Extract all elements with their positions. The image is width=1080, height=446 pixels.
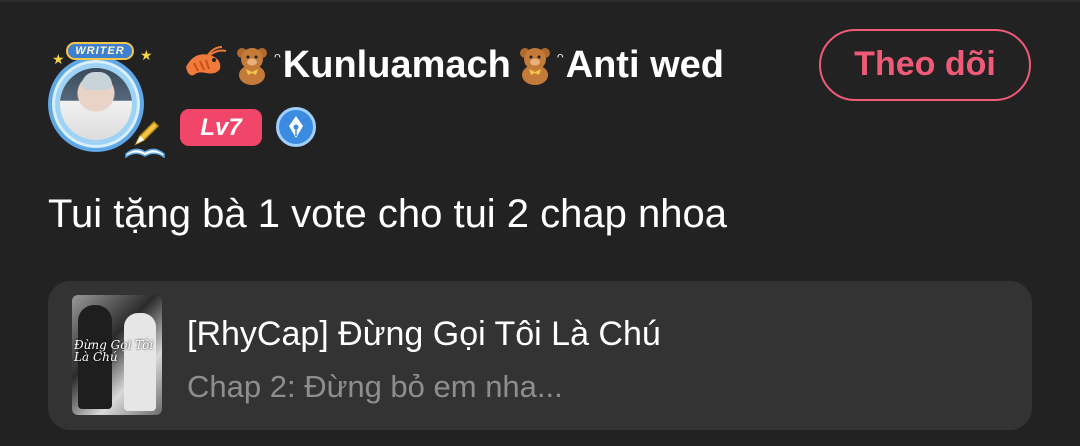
author-name-part1: Kunluamach bbox=[282, 43, 511, 86]
teddy-bear-icon bbox=[519, 48, 550, 85]
book-icon bbox=[125, 148, 165, 158]
story-chapter: Chap 2: Đừng bỏ em nha... bbox=[187, 369, 563, 404]
level-badge: Lv7 bbox=[180, 109, 262, 146]
story-cover-image: Đừng Gọi Tôi Là Chú bbox=[72, 295, 162, 415]
shrimp-icon bbox=[186, 46, 227, 76]
author-name[interactable]: ᵔ Kunluamach ᵔ Anti wed bbox=[180, 40, 724, 90]
avatar[interactable]: WRITER ★ ★ bbox=[36, 40, 165, 162]
ribbon-mark-icon: ᵔ bbox=[556, 49, 564, 69]
story-title: [RhyCap] Đừng Gọi Tôi Là Chú bbox=[187, 315, 661, 353]
cover-title-text: Đừng Gọi Tôi Là Chú bbox=[74, 338, 154, 364]
avatar-ring bbox=[48, 56, 144, 152]
comment-post: WRITER ★ ★ ᵔ Kunluamach ᵔ Anti wed Lv7 T… bbox=[0, 0, 1080, 446]
follow-button[interactable]: Theo dõi bbox=[819, 29, 1031, 101]
star-icon: ★ bbox=[52, 51, 65, 67]
story-card[interactable]: Đừng Gọi Tôi Là Chú [RhyCap] Đừng Gọi Tô… bbox=[48, 281, 1032, 430]
teddy-bear-icon bbox=[237, 48, 267, 85]
avatar-photo bbox=[60, 68, 132, 140]
comment-text: Tui tặng bà 1 vote cho tui 2 chap nhoa bbox=[48, 192, 728, 236]
writer-badge: WRITER bbox=[66, 42, 134, 60]
writer-pen-badge-icon bbox=[276, 107, 316, 147]
star-icon: ★ bbox=[140, 47, 153, 63]
author-name-part2: Anti wed bbox=[565, 43, 724, 86]
ribbon-mark-icon: ᵔ bbox=[274, 49, 281, 69]
